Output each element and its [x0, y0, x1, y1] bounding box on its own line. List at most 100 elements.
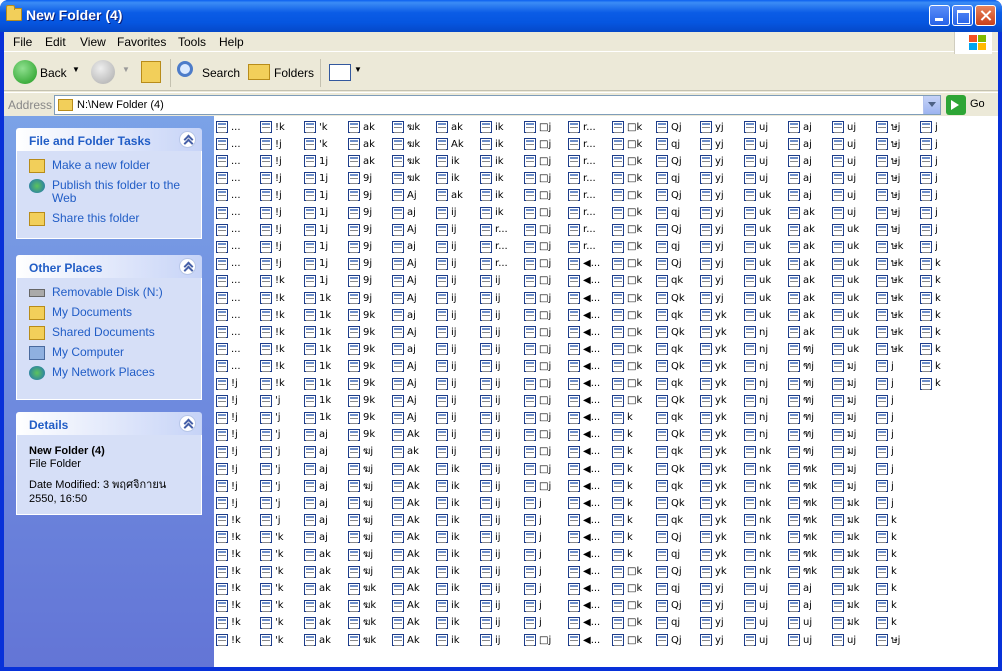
file-item[interactable]: ik [436, 598, 479, 614]
file-item[interactable]: □k [612, 581, 655, 597]
file-item[interactable]: uj [832, 119, 875, 135]
file-item[interactable]: j [876, 495, 919, 511]
file-item[interactable]: r... [568, 153, 611, 169]
file-item[interactable]: ฑj [788, 358, 831, 374]
file-item[interactable]: ฑk [788, 547, 831, 563]
file-item[interactable]: 1j [304, 205, 347, 221]
collapse-icon[interactable] [179, 258, 196, 275]
file-item[interactable]: ษj [876, 136, 919, 152]
file-item[interactable]: yj [700, 170, 743, 186]
file-item[interactable]: ij [436, 290, 479, 306]
other-places-header[interactable]: Other Places [16, 255, 202, 278]
file-item[interactable]: k [612, 410, 655, 426]
file-item[interactable]: ak [788, 222, 831, 238]
file-item[interactable]: ij [480, 358, 523, 374]
file-item[interactable]: มk [832, 512, 875, 528]
file-item[interactable]: ... [216, 324, 259, 340]
file-item[interactable]: !k [260, 358, 303, 374]
file-item[interactable]: 9j [348, 170, 391, 186]
my-documents-link[interactable]: My Documents [29, 306, 201, 320]
file-item[interactable]: ij [436, 341, 479, 357]
file-item[interactable]: uj [744, 581, 787, 597]
file-item[interactable]: ฑk [788, 529, 831, 545]
file-item[interactable]: !k [260, 341, 303, 357]
file-item[interactable]: ij [436, 410, 479, 426]
file-item[interactable]: □j [524, 136, 567, 152]
file-item[interactable]: k [876, 581, 919, 597]
file-item[interactable]: ij [480, 478, 523, 494]
file-item[interactable]: r... [568, 136, 611, 152]
file-item[interactable]: ik [480, 153, 523, 169]
file-item[interactable]: ik [436, 547, 479, 563]
file-item[interactable]: ฑj [788, 341, 831, 357]
minimize-button[interactable] [929, 5, 950, 26]
file-item[interactable]: ... [216, 187, 259, 203]
file-item[interactable]: มk [832, 615, 875, 631]
file-item[interactable]: !k [216, 632, 259, 648]
file-item[interactable]: 1j [304, 153, 347, 169]
file-item[interactable]: !j [260, 187, 303, 203]
file-item[interactable]: ◀... [568, 598, 611, 614]
file-item[interactable]: !j [260, 256, 303, 272]
file-item[interactable]: □j [524, 358, 567, 374]
file-item[interactable]: qk [656, 410, 699, 426]
file-item[interactable]: □k [612, 153, 655, 169]
file-item[interactable]: uk [832, 341, 875, 357]
file-item[interactable]: ◀... [568, 307, 611, 323]
file-item[interactable]: ij [480, 290, 523, 306]
file-item[interactable]: □j [524, 205, 567, 221]
menu-edit[interactable]: Edit [45, 35, 66, 49]
file-item[interactable]: ij [436, 307, 479, 323]
file-item[interactable]: r... [480, 222, 523, 238]
maximize-button[interactable] [952, 5, 973, 26]
collapse-icon[interactable] [179, 415, 196, 432]
file-item[interactable]: j [876, 358, 919, 374]
file-item[interactable]: Qk [656, 358, 699, 374]
file-item[interactable]: uk [832, 222, 875, 238]
file-item[interactable]: k [876, 529, 919, 545]
file-item[interactable]: uk [832, 256, 875, 272]
file-item[interactable]: !j [260, 153, 303, 169]
file-item[interactable]: ฆk [348, 615, 391, 631]
file-item[interactable]: r... [568, 239, 611, 255]
file-item[interactable]: □k [612, 119, 655, 135]
file-item[interactable]: yk [700, 529, 743, 545]
file-item[interactable]: j [876, 427, 919, 443]
file-item[interactable]: k [612, 444, 655, 460]
file-item[interactable]: yj [700, 632, 743, 648]
file-item[interactable]: ak [304, 581, 347, 597]
back-arrow-icon[interactable] [13, 60, 37, 84]
file-item[interactable]: nj [744, 324, 787, 340]
file-item[interactable]: ฑk [788, 564, 831, 580]
file-item[interactable]: ik [436, 581, 479, 597]
my-network-places-link[interactable]: My Network Places [29, 366, 201, 380]
file-item[interactable]: 1j [304, 256, 347, 272]
file-item[interactable]: มk [832, 564, 875, 580]
file-item[interactable]: ... [216, 307, 259, 323]
file-item[interactable]: ... [216, 256, 259, 272]
file-item[interactable]: Qj [656, 153, 699, 169]
file-item[interactable]: ij [480, 495, 523, 511]
file-item[interactable]: nj [744, 427, 787, 443]
file-item[interactable]: j [524, 495, 567, 511]
file-item[interactable]: k [612, 478, 655, 494]
file-item[interactable]: 9j [348, 273, 391, 289]
file-item[interactable]: ak [788, 239, 831, 255]
file-item[interactable]: yk [700, 410, 743, 426]
back-dropdown-icon[interactable]: ▼ [72, 65, 80, 74]
file-item[interactable]: ij [480, 598, 523, 614]
title-bar[interactable]: New Folder (4) [0, 0, 1002, 32]
file-item[interactable]: ik [480, 170, 523, 186]
file-item[interactable]: k [612, 495, 655, 511]
file-item[interactable]: ษk [876, 324, 919, 340]
file-item[interactable]: ij [436, 256, 479, 272]
file-item[interactable]: ฆj [348, 529, 391, 545]
file-item[interactable]: ij [480, 615, 523, 631]
file-item[interactable]: □j [524, 307, 567, 323]
file-item[interactable]: j [876, 376, 919, 392]
file-item[interactable]: nk [744, 461, 787, 477]
file-item[interactable]: ak [436, 119, 479, 135]
publish-folder-link[interactable]: Publish this folder to the Web [29, 179, 201, 205]
file-item[interactable]: aj [392, 205, 435, 221]
file-item[interactable]: □k [612, 564, 655, 580]
